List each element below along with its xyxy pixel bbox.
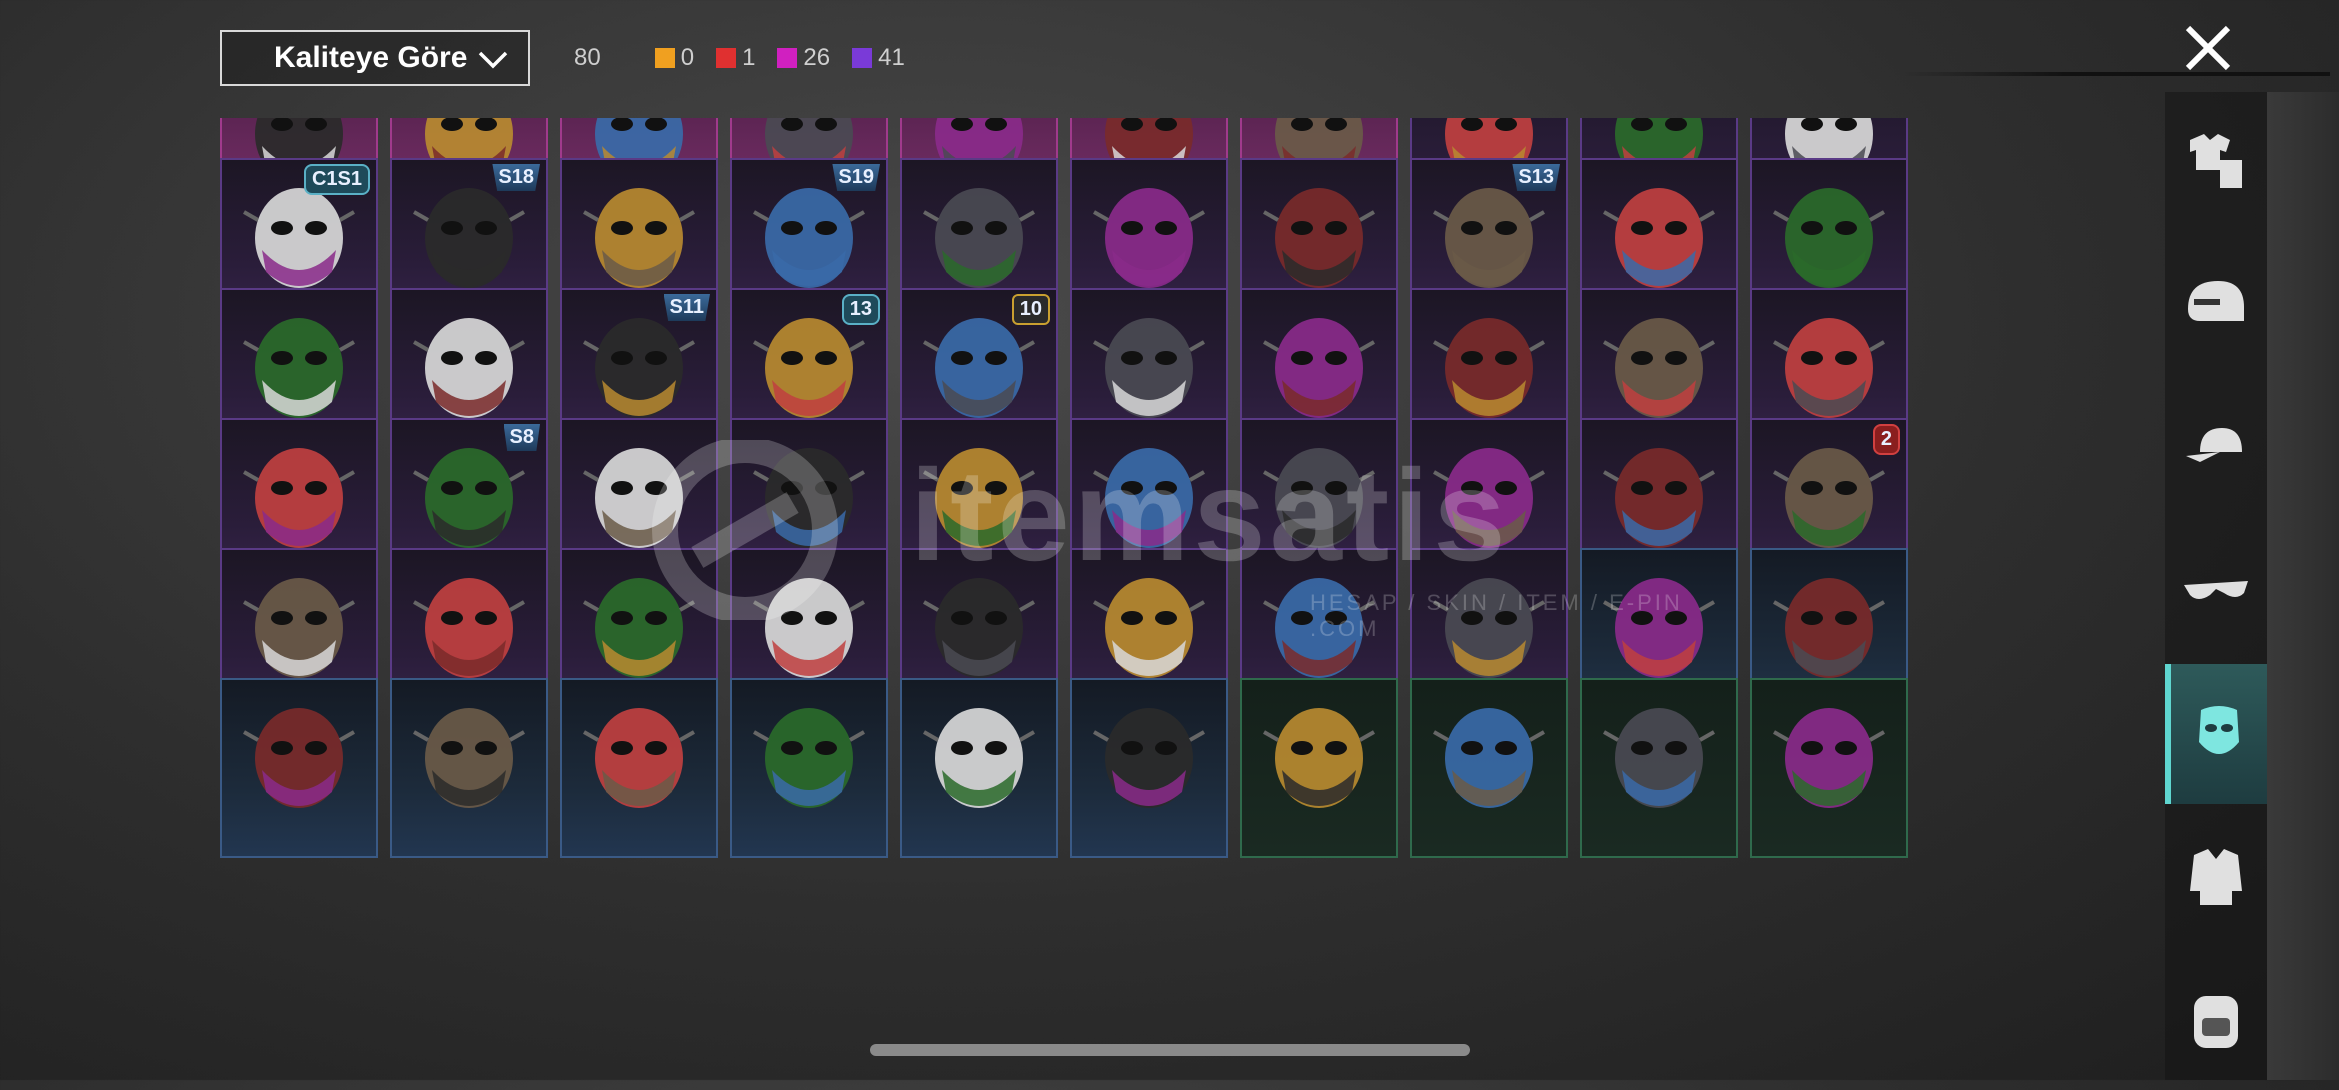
count-red-value: 1 — [742, 44, 756, 71]
mask-icon — [2199, 706, 2239, 754]
item-card[interactable] — [730, 678, 888, 858]
item-mask-image — [753, 708, 865, 808]
count-legendary: 0 — [654, 44, 695, 72]
item-card[interactable] — [220, 678, 378, 858]
item-badge: C1S1 — [303, 164, 370, 195]
sort-dropdown-label: Kaliteye Göre — [274, 41, 468, 74]
jacket-icon — [2190, 849, 2242, 905]
item-badge: 10 — [1011, 294, 1050, 325]
backpack-icon — [2194, 996, 2238, 1048]
item-card[interactable] — [900, 678, 1058, 858]
sidebar-item-mask[interactable] — [2165, 664, 2267, 804]
item-card[interactable] — [1750, 678, 1908, 858]
glasses-icon — [2184, 581, 2248, 599]
header-divider — [1900, 72, 2330, 76]
item-grid: 5555555222C1S12S1822S192222S1322222S1121… — [220, 118, 1920, 1036]
cap-icon — [2186, 428, 2242, 462]
purple-swatch — [852, 48, 873, 68]
item-badge: S11 — [663, 294, 710, 321]
chevron-down-icon — [478, 51, 508, 69]
item-mask-image — [1093, 708, 1205, 808]
count-purple-value: 41 — [878, 44, 905, 71]
item-card[interactable] — [1070, 678, 1228, 858]
outfit-icon — [2190, 134, 2242, 188]
top-bar: Kaliteye Göre 80 0 1 26 41 — [0, 0, 2339, 120]
item-mask-image — [413, 708, 525, 808]
item-card[interactable] — [1240, 678, 1398, 858]
sidebar-item-outfit[interactable] — [2165, 92, 2267, 232]
helmet-icon — [2188, 281, 2244, 321]
red-swatch — [716, 48, 737, 68]
sidebar-item-helmet[interactable] — [2165, 235, 2267, 375]
item-card[interactable] — [1580, 678, 1738, 858]
magenta-swatch — [777, 48, 798, 68]
close-icon[interactable] — [2180, 20, 2236, 76]
item-card[interactable] — [1410, 678, 1568, 858]
item-mask-image — [923, 708, 1035, 808]
sidebar-item-jacket[interactable] — [2165, 807, 2267, 947]
grid-row — [220, 678, 1908, 858]
sidebar-item-backpack[interactable] — [2165, 950, 2267, 1090]
item-mask-image — [583, 708, 695, 808]
item-mask-image — [1263, 708, 1375, 808]
item-mask-image — [1603, 708, 1715, 808]
category-sidebar — [2165, 92, 2267, 1080]
sort-dropdown[interactable]: Kaliteye Göre — [220, 30, 530, 86]
quality-counts: 80 0 1 26 41 — [574, 40, 917, 76]
item-badge: 13 — [841, 294, 880, 325]
sidebar-item-glasses[interactable] — [2165, 521, 2267, 661]
item-mask-image — [243, 708, 355, 808]
item-card[interactable] — [560, 678, 718, 858]
count-red: 1 — [716, 44, 755, 72]
legendary-swatch — [654, 48, 675, 68]
sidebar-item-cap[interactable] — [2165, 378, 2267, 518]
item-badge: S18 — [492, 164, 540, 191]
item-mask-image — [1773, 708, 1885, 808]
item-card[interactable] — [390, 678, 548, 858]
item-badge: 2 — [1872, 424, 1900, 455]
count-magenta: 26 — [777, 44, 830, 72]
count-magenta-value: 26 — [803, 44, 831, 71]
item-mask-image — [1433, 708, 1545, 808]
sidebar-edge — [2267, 92, 2339, 1080]
count-legendary-value: 0 — [680, 44, 695, 71]
horizontal-scrollbar[interactable] — [870, 1044, 1470, 1056]
item-badge: S19 — [832, 164, 880, 191]
total-count: 80 — [574, 44, 601, 71]
item-badge: S8 — [503, 424, 540, 451]
item-badge: S13 — [1512, 164, 1560, 191]
count-purple: 41 — [852, 44, 905, 72]
